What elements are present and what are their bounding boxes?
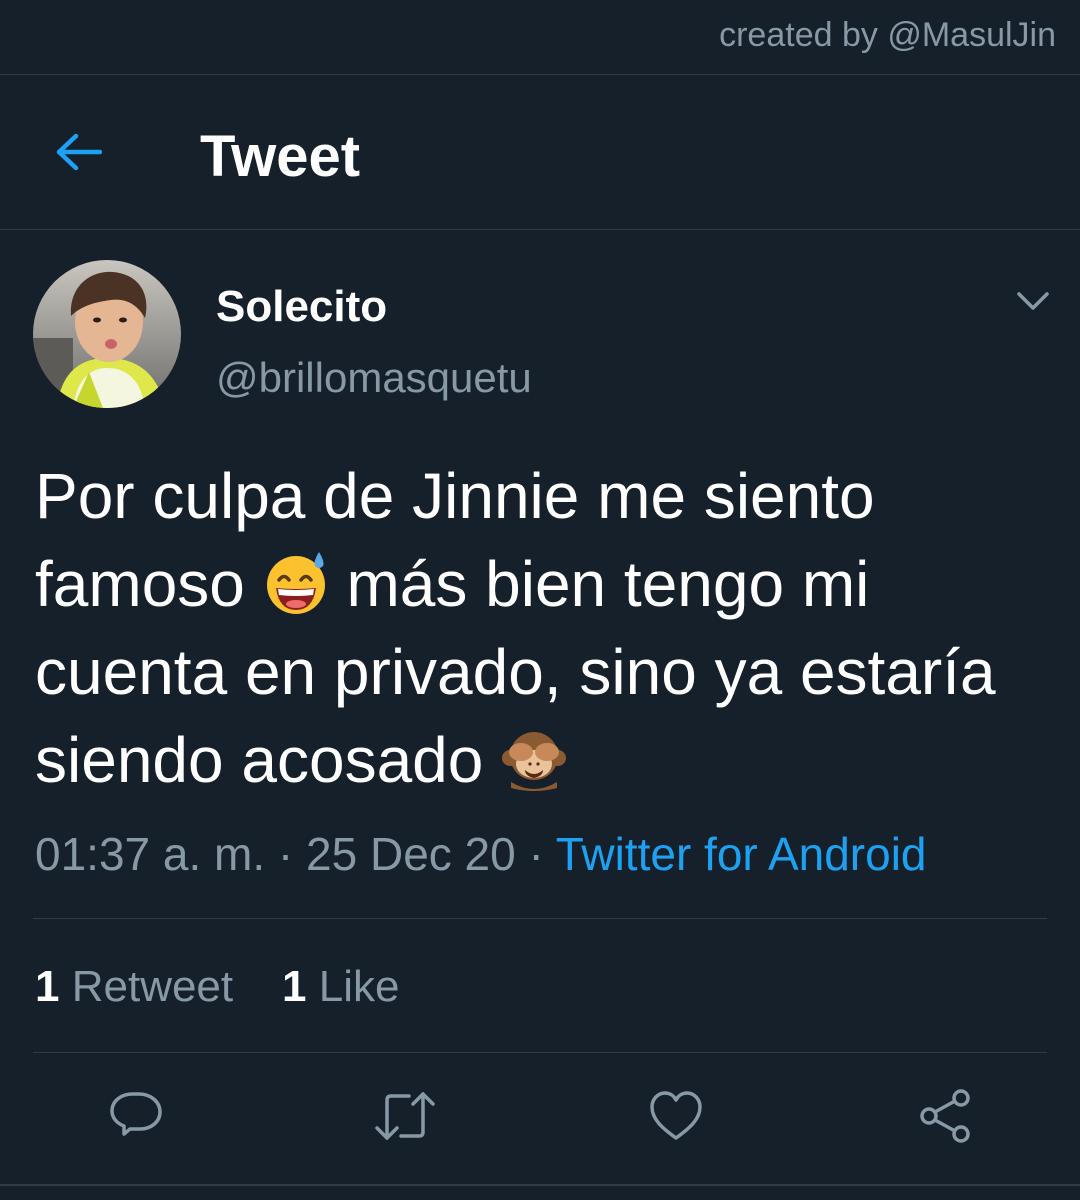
tweet-text: Por culpa de Jinnie me siento famoso más… (35, 452, 1045, 804)
retweet-label: Retweet (71, 962, 234, 1011)
author-name[interactable]: Solecito (216, 282, 387, 332)
divider (33, 1052, 1047, 1053)
retweet-count: 1 (35, 962, 60, 1011)
chevron-down-icon (1017, 292, 1049, 310)
reply-button[interactable] (104, 1084, 168, 1148)
tweet-source-link[interactable]: Twitter for Android (556, 828, 927, 880)
avatar[interactable] (33, 260, 181, 408)
like-label: Like (318, 962, 400, 1011)
see-no-evil-monkey-emoji (501, 726, 567, 792)
tweet-meta: 01:37 a. m. · 25 Dec 20 · Twitter for An… (35, 827, 927, 881)
divider (0, 1184, 1080, 1186)
meta-separator: · (528, 828, 544, 880)
like-count: 1 (282, 962, 307, 1011)
retweet-count-link[interactable]: 1 Retweet (35, 962, 233, 1011)
share-icon (920, 1089, 970, 1143)
avatar-image (33, 260, 181, 408)
back-button[interactable] (50, 129, 106, 175)
divider (33, 918, 1047, 919)
meta-separator: · (277, 828, 294, 880)
retweet-icon (375, 1092, 435, 1140)
like-button[interactable] (644, 1084, 708, 1148)
author-handle[interactable]: @brillomasquetu (216, 354, 532, 402)
tweet-date: 25 Dec 20 (306, 828, 516, 880)
header-bar: Tweet (0, 75, 1080, 229)
heart-icon (650, 1091, 702, 1140)
creator-credit: created by @MasulJin (719, 16, 1056, 54)
more-options-button[interactable] (1010, 284, 1056, 318)
reply-icon (110, 1092, 162, 1136)
action-bar (0, 1084, 1080, 1148)
tweet-time: 01:37 a. m. (35, 828, 266, 880)
share-button[interactable] (913, 1084, 977, 1148)
arrow-left-icon (56, 133, 102, 171)
like-count-link[interactable]: 1 Like (282, 962, 399, 1011)
header-divider (0, 229, 1080, 230)
tweet-stats: 1 Retweet 1 Like (35, 962, 399, 1012)
retweet-button[interactable] (373, 1084, 437, 1148)
page-title: Tweet (200, 124, 361, 189)
grinning-face-with-sweat-emoji (263, 550, 329, 616)
